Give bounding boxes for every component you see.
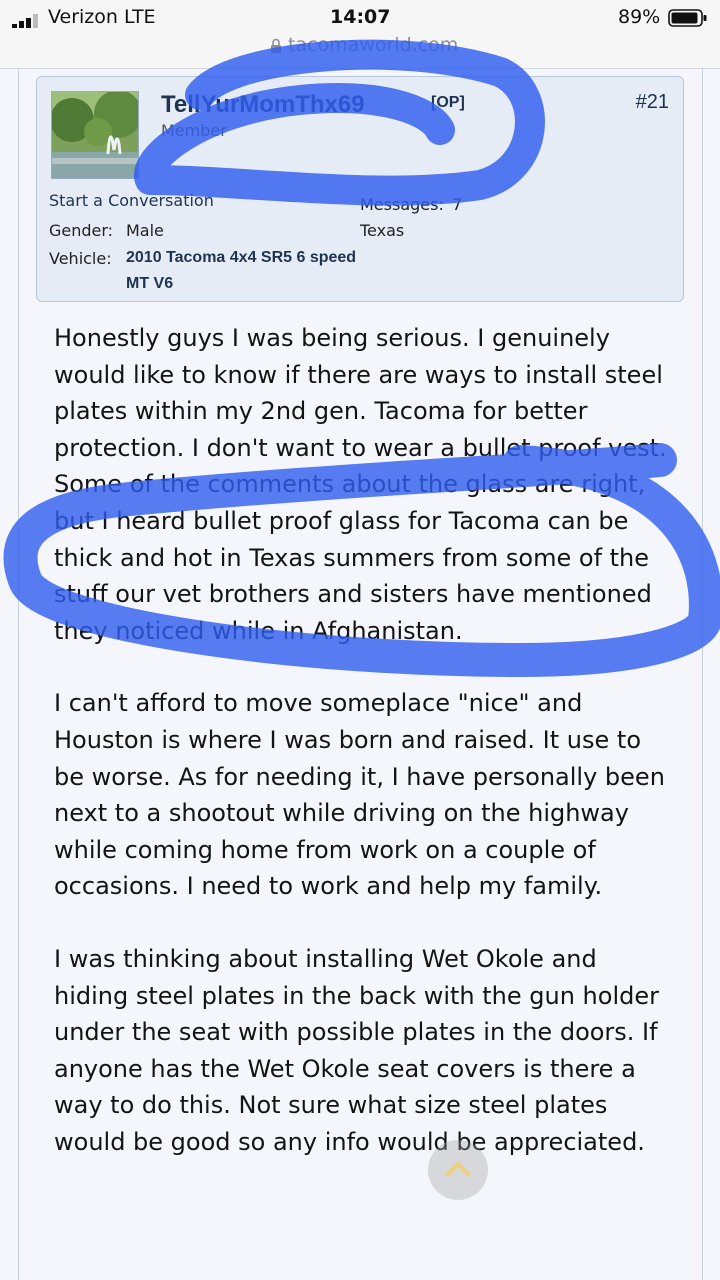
post-paragraph: I can't afford to move someplace "nice" … [54,689,665,901]
vehicle-label: Vehicle: [49,249,112,268]
status-bar: Verizon LTE 14:07 89% tacomaworld.com [0,0,720,70]
battery-percent: 89% [618,6,661,28]
gender-value: Male [126,221,164,240]
page-border [18,68,19,1280]
scroll-to-top-button[interactable] [428,1140,488,1200]
lock-icon [271,38,281,53]
gender-label: Gender: [49,221,114,240]
post-number-link[interactable]: #21 [636,91,669,114]
address-bar-url[interactable]: tacomaworld.com [288,34,458,56]
start-conversation-link[interactable]: Start a Conversation [49,191,214,210]
divider [0,68,720,69]
user-title: Member [161,121,227,140]
vehicle-link[interactable]: 2010 Tacoma 4x4 SR5 6 speed MT V6 [126,245,366,297]
battery-icon [668,9,707,27]
carrier-label: Verizon LTE [48,6,156,28]
location-value: Texas [360,221,405,240]
clock: 14:07 [330,6,391,28]
username-link[interactable]: TellYurMomThx69 [161,91,365,119]
post-user-card: TellYurMomThx69 [OP] #21 Member Start a … [36,76,684,302]
post-paragraph: Honestly guys I was being serious. I gen… [54,324,667,645]
avatar-image [52,92,138,178]
post-paragraph: I was thinking about installing Wet Okol… [54,944,659,1156]
op-badge: [OP] [431,94,465,111]
page-border [702,68,703,1280]
avatar[interactable] [51,91,139,179]
messages-label: Messages: [360,195,444,214]
signal-icon [12,14,38,28]
post-body: Honestly guys I was being serious. I gen… [54,320,674,1196]
messages-count: 7 [452,195,463,214]
chevron-up-icon [445,1161,471,1177]
